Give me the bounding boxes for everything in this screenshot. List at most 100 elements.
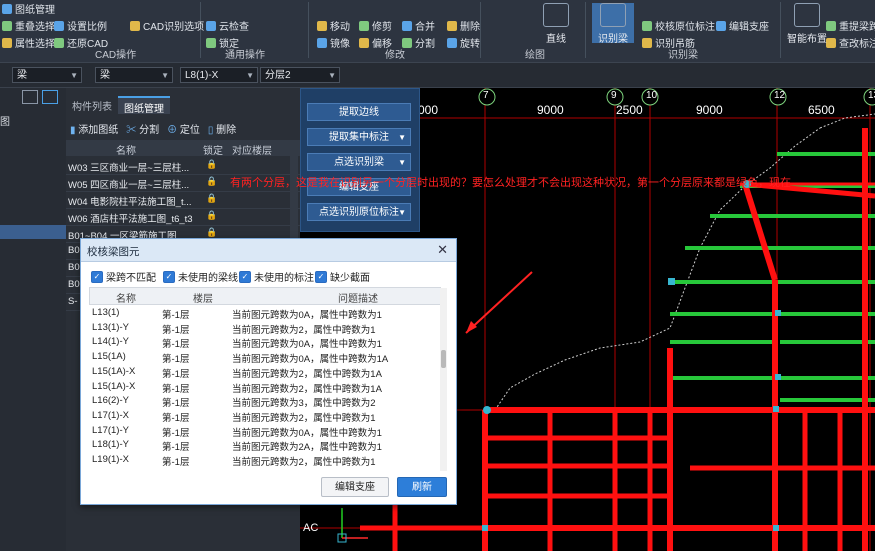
grid-view-icon[interactable]	[42, 90, 58, 104]
ribbon-button[interactable]: CAD识别选项	[130, 18, 204, 33]
issue-row[interactable]: L15(1A)-X 第-1层 当前图元跨数为2，属性中跨数为1A	[90, 380, 438, 395]
ribbon-large-button[interactable]: 直线	[535, 3, 577, 45]
tab-component-list[interactable]: 构件列表	[66, 96, 118, 114]
ribbon-large-button-icon	[543, 3, 569, 27]
sidebar-selected-row[interactable]	[0, 225, 66, 239]
issue-name: L18(1)-Y	[92, 439, 129, 451]
filter-checkbox[interactable]: ✓ 梁跨不匹配	[91, 269, 156, 284]
ribbon-large-button[interactable]: 智能布置	[786, 3, 828, 45]
component-selector[interactable]: 梁 ▼	[12, 67, 82, 83]
identify-panel-button[interactable]: 提取边线	[307, 103, 411, 121]
issue-name: L17(1)-Y	[92, 424, 129, 436]
issue-row[interactable]: L13(1)-Y 第-1层 当前图元跨数为2，属性中跨数为1	[90, 321, 438, 336]
close-icon[interactable]: ✕	[437, 242, 448, 258]
ribbon-button-label: 编辑支座	[729, 22, 769, 33]
ribbon-button-icon	[317, 37, 327, 48]
filter-checkbox[interactable]: ✓ 缺少截面	[315, 269, 370, 284]
ribbon-button-label: 云检查	[219, 22, 249, 33]
issue-row[interactable]: L15(1A) 第-1层 当前图元跨数为0A，属性中跨数为1A	[90, 350, 438, 365]
ribbon-button[interactable]: 重提梁跨	[826, 18, 875, 33]
identify-panel-button[interactable]: 点选识别原位标注 ▼	[307, 203, 411, 221]
ribbon-button-label: 重叠选择	[15, 22, 55, 33]
ribbon-button[interactable]: 删除	[447, 18, 480, 33]
ribbon-group-label: CAD操作	[95, 50, 137, 61]
identify-panel-button[interactable]: 点选识别梁 ▼	[307, 153, 411, 171]
ribbon-button[interactable]: 编辑支座	[716, 18, 769, 33]
ribbon-button-icon	[130, 20, 140, 31]
ribbon-button[interactable]: 云检查	[206, 18, 249, 33]
checkbox-label: 梁跨不匹配	[106, 273, 156, 284]
issue-desc: 当前图元跨数为0A，属性中跨数为1	[232, 427, 382, 439]
checkmark-icon[interactable]: ✓	[315, 270, 327, 283]
ribbon-button[interactable]: 重叠选择	[2, 18, 55, 33]
ribbon-button[interactable]: 旋转	[447, 35, 480, 50]
checkmark-icon[interactable]: ✓	[163, 270, 175, 283]
ribbon-button-icon	[447, 20, 457, 31]
ribbon-button[interactable]: 查改标注	[826, 35, 875, 50]
ribbon-button[interactable]: 合并	[402, 18, 435, 33]
list-view-icon[interactable]	[22, 90, 38, 104]
axis-number: 7	[483, 90, 489, 101]
ribbon-button[interactable]: 属性选择	[2, 35, 55, 50]
tab-drawing-management[interactable]: 图纸管理	[118, 96, 170, 115]
issue-row[interactable]: L13(1) 第-1层 当前图元跨数为0A，属性中跨数为1	[90, 306, 438, 321]
ribbon-button[interactable]: 校核原位标注	[642, 18, 715, 33]
filter-checkbox[interactable]: ✓ 未使用的标注	[239, 269, 314, 284]
identify-panel-button[interactable]: 提取集中标注 ▼	[307, 128, 411, 146]
issue-row[interactable]: L14(1)-Y 第-1层 当前图元跨数为0A，属性中跨数为1	[90, 335, 438, 350]
checkbox-label: 未使用的标注	[254, 273, 314, 284]
issue-row[interactable]: L19(1)-X 第-1层 当前图元跨数为2，属性中跨数为1	[90, 453, 438, 468]
issue-row[interactable]: L18(1)-Y 第-1层 当前图元跨数为2A，属性中跨数为1	[90, 438, 438, 453]
drawing-row[interactable]: W06 酒店柱平法施工图_t6_t3 🔒	[66, 209, 300, 226]
left-sidebar: 图	[0, 88, 67, 551]
ribbon-button[interactable]: 分割	[402, 35, 435, 50]
component-selector[interactable]: 分层2 ▼	[260, 67, 340, 83]
checkmark-icon[interactable]: ✓	[91, 270, 103, 283]
selector-value: L8(1)-X	[185, 70, 219, 81]
checkmark-icon[interactable]: ✓	[239, 270, 251, 283]
ribbon-button-icon	[642, 20, 652, 31]
ribbon-large-button-icon	[794, 3, 820, 27]
scrollbar-thumb[interactable]	[441, 350, 446, 368]
add-drawing-button[interactable]: ▮ 添加图纸	[70, 121, 118, 136]
lock-icon[interactable]: 🔒	[206, 176, 217, 187]
edit-support-button[interactable]: 编辑支座	[321, 477, 389, 497]
issue-row[interactable]: L15(1A)-X 第-1层 当前图元跨数为2，属性中跨数为1A	[90, 365, 438, 380]
ribbon-large-button-label: 智能布置	[787, 34, 827, 45]
identify-panel-button-label: 提取集中标注	[329, 132, 389, 143]
ribbon-button-icon	[447, 37, 457, 48]
lock-icon[interactable]: 🔒	[206, 159, 217, 170]
lock-icon[interactable]: 🔒	[206, 210, 217, 221]
filter-checkbox[interactable]: ✓ 未使用的梁线	[163, 269, 238, 284]
col-desc: 问题描述	[338, 294, 378, 305]
dimension-label: 2500	[616, 103, 643, 117]
drawing-row[interactable]: W04 电影院柱平法施工图_t... 🔒	[66, 192, 300, 209]
ribbon-button[interactable]: 图纸管理	[2, 1, 55, 16]
ribbon-large-button[interactable]: 识别梁	[592, 3, 634, 45]
ribbon-group-label: 通用操作	[225, 50, 265, 61]
ribbon-group-label: 修改	[385, 50, 405, 61]
ribbon-button[interactable]: 设置比例	[54, 18, 107, 33]
issue-table-header: 名称 楼层 问题描述	[89, 287, 441, 305]
ribbon-button-icon	[359, 20, 369, 31]
issue-row[interactable]: L16(2)-Y 第-1层 当前图元跨数为3，属性中跨数为2	[90, 394, 438, 409]
lock-icon[interactable]: 🔒	[206, 227, 217, 238]
split-button[interactable]: ✂ 分割	[126, 121, 159, 136]
col-floor: 对应楼层	[232, 146, 272, 157]
issue-floor: 第-1层	[162, 324, 190, 336]
lock-icon[interactable]: 🔒	[206, 193, 217, 204]
component-selector[interactable]: 梁 ▼	[95, 67, 173, 83]
ribbon-button[interactable]: 镜像	[317, 35, 350, 50]
component-selector[interactable]: L8(1)-X ▼	[180, 67, 258, 83]
locate-button[interactable]: ⊕ 定位	[167, 121, 200, 136]
ribbon-button[interactable]: 修剪	[359, 18, 392, 33]
drawing-row[interactable]: W03 三区商业一层~三层柱... 🔒	[66, 158, 300, 175]
delete-button[interactable]: ▯ 删除	[208, 121, 236, 136]
ribbon-button[interactable]: 移动	[317, 18, 350, 33]
table-scrollbar[interactable]	[440, 288, 447, 471]
issue-row[interactable]: L17(1)-Y 第-1层 当前图元跨数为0A，属性中跨数为1	[90, 424, 438, 439]
refresh-button[interactable]: 刷新	[397, 477, 447, 497]
selector-value: 梁	[17, 70, 27, 81]
issue-row[interactable]: L17(1)-X 第-1层 当前图元跨数为2，属性中跨数为1	[90, 409, 438, 424]
issue-desc: 当前图元跨数为2，属性中跨数为1A	[232, 383, 382, 395]
